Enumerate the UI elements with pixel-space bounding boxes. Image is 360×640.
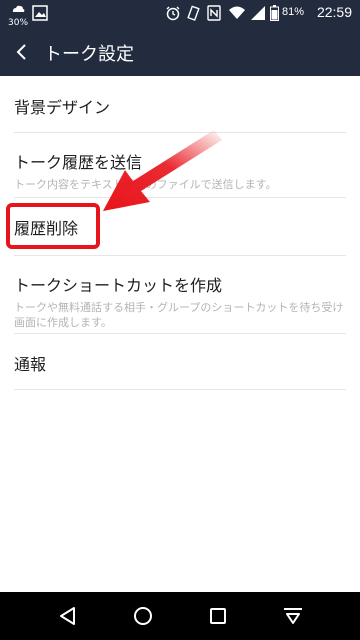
settings-item-background-design[interactable]: 背景デザイン bbox=[14, 76, 346, 133]
settings-list: 背景デザイン トーク履歴を送信 トーク内容をテキスト形式のファイルで送信します。… bbox=[0, 76, 360, 390]
settings-item-title: 履歴削除 bbox=[14, 219, 79, 238]
alarm-icon bbox=[165, 5, 181, 25]
page-title: トーク設定 bbox=[44, 44, 134, 65]
nfc-icon bbox=[206, 5, 222, 25]
status-bar: 30% 81% 22:59 bbox=[0, 0, 360, 28]
settings-item-title: 通報 bbox=[14, 355, 47, 374]
settings-item-title: トークショートカットを作成 bbox=[14, 276, 223, 295]
recents-square-icon[interactable] bbox=[206, 604, 230, 628]
wifi-icon bbox=[228, 5, 246, 25]
settings-item-subtitle: トークや無料通話する相手・グループのショートカットを待ち受け画面に作成します。 bbox=[14, 301, 344, 329]
back-triangle-icon[interactable] bbox=[56, 604, 80, 628]
settings-item-title: トーク履歴を送信 bbox=[14, 153, 143, 172]
home-circle-icon[interactable] bbox=[131, 604, 155, 628]
battery-icon bbox=[270, 5, 279, 25]
settings-item-delete-history[interactable]: 履歴削除 bbox=[6, 198, 346, 256]
settings-item-create-shortcut[interactable]: トークショートカットを作成 トークや無料通話する相手・グループのショートカットを… bbox=[14, 256, 346, 334]
vibrate-icon bbox=[185, 5, 201, 25]
settings-item-report[interactable]: 通報 bbox=[14, 334, 346, 390]
signal-icon bbox=[250, 5, 266, 25]
settings-item-send-history[interactable]: トーク履歴を送信 トーク内容をテキスト形式のファイルで送信します。 bbox=[14, 133, 346, 198]
back-arrow-icon[interactable] bbox=[10, 40, 34, 64]
settings-item-title: 背景デザイン bbox=[14, 98, 111, 117]
settings-item-subtitle: トーク内容をテキスト形式のファイルで送信します。 bbox=[14, 178, 277, 191]
battery-percent: 81% bbox=[282, 6, 305, 18]
status-clock: 22:59 bbox=[316, 4, 352, 20]
weather-label: 30% bbox=[8, 18, 29, 28]
notification-pull-icon[interactable] bbox=[281, 604, 305, 628]
gallery-icon bbox=[32, 5, 48, 25]
navigation-bar bbox=[0, 592, 360, 640]
weather-icon: 30% bbox=[8, 5, 28, 28]
app-bar: トーク設定 bbox=[0, 28, 360, 76]
